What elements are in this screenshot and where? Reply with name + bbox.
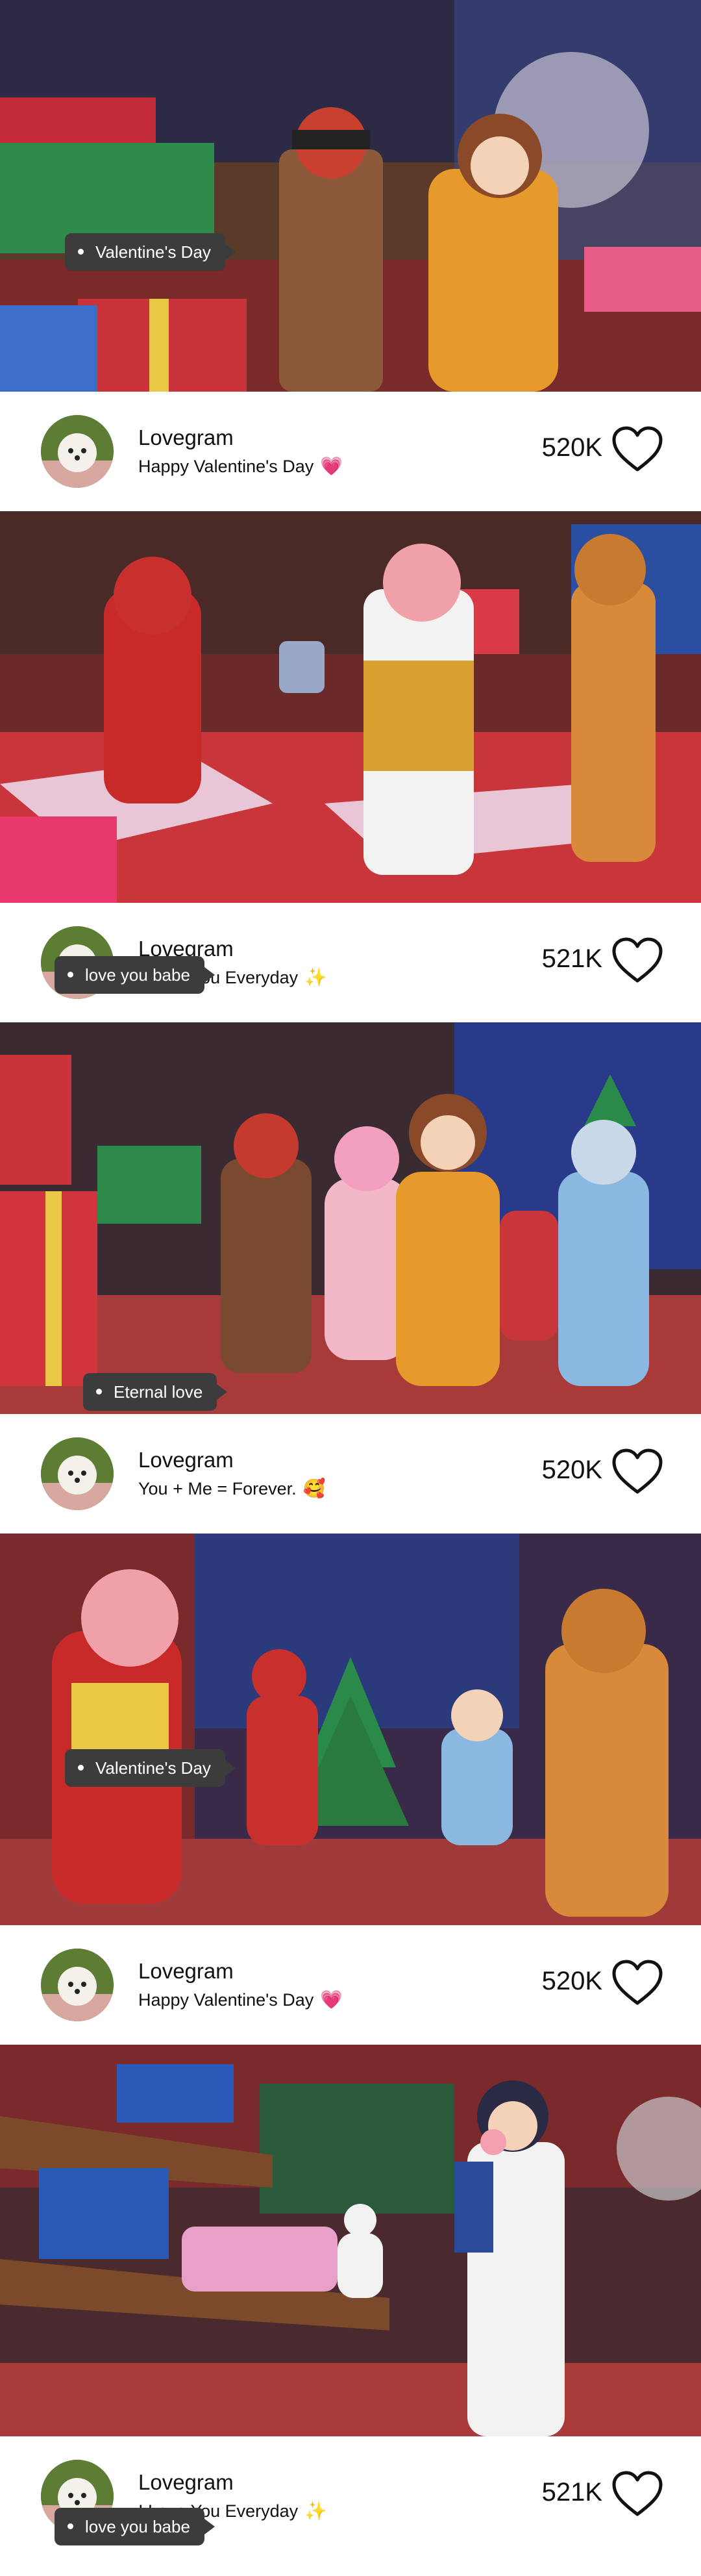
post: Lovegram I Love You Everyday ✨ 521K love … [0,2045,701,2576]
photo-tag[interactable]: Valentine's Day [65,233,236,271]
caption-emoji: 💗 [320,1989,343,2010]
photo-tag[interactable]: love you babe [55,956,215,994]
username[interactable]: Lovegram [138,1959,234,1984]
tag-text: Eternal love [114,1382,203,1402]
heart-outline-icon[interactable] [611,937,663,983]
username[interactable]: Lovegram [138,425,234,450]
feed: Valentine's Day Lovegram Happy Valentine… [0,0,701,2576]
photo-tag[interactable]: love you babe [55,2508,215,2545]
like-count: 520K [541,1967,602,1995]
post-photo[interactable]: Valentine's Day [0,1534,701,1925]
heart-outline-icon[interactable] [611,2470,663,2517]
post-info-bar: Lovegram You + Me = Forever. 🥰 520K [0,1414,701,1534]
username[interactable]: Lovegram [138,2470,234,2495]
caption-emoji: ✨ [304,2501,328,2521]
tag-dot-icon [78,1764,84,1771]
photo-tag[interactable]: Eternal love [83,1373,228,1411]
post-info-bar: Lovegram Happy Valentine's Day 💗 520K [0,1925,701,2045]
avatar[interactable] [41,415,114,488]
caption-text: You + Me = Forever. [138,1479,297,1498]
post-photo[interactable] [0,511,701,903]
tag-text: love you babe [85,965,190,985]
post: Lovegram I Love You Everyday ✨ 521K love … [0,511,701,1022]
post: Valentine's Day Lovegram Happy Valentine… [0,0,701,511]
like-count: 520K [541,433,602,462]
post-photo[interactable]: Eternal love [0,1022,701,1414]
caption-emoji: 💗 [320,456,343,476]
caption-emoji: 🥰 [302,1478,326,1498]
like-count: 520K [541,1456,602,1484]
avatar[interactable] [41,1949,114,2021]
tag-dot-icon [78,248,84,255]
post-photo[interactable] [0,2045,701,2436]
tag-text: love you babe [85,2517,190,2536]
avatar[interactable] [41,1437,114,1510]
caption: Happy Valentine's Day 💗 [138,455,343,477]
username[interactable]: Lovegram [138,1448,234,1472]
tag-dot-icon [96,1388,102,1395]
post-info-bar: Lovegram I Love You Everyday ✨ 521K love … [0,2436,701,2556]
post: Valentine's Day Lovegram Happy Valentine… [0,1534,701,2045]
post-info-bar: Lovegram Happy Valentine's Day 💗 520K [0,392,701,511]
caption: You + Me = Forever. 🥰 [138,1478,326,1499]
heart-outline-icon[interactable] [611,1448,663,1495]
post-info-bar: Lovegram I Love You Everyday ✨ 521K love … [0,903,701,1022]
caption-text: Happy Valentine's Day [138,457,314,476]
post-photo[interactable]: Valentine's Day [0,0,701,392]
caption-emoji: ✨ [304,967,328,987]
caption: Happy Valentine's Day 💗 [138,1989,343,2010]
caption-text: Happy Valentine's Day [138,1990,314,2010]
tag-text: Valentine's Day [95,242,211,262]
tag-dot-icon [68,971,73,978]
tag-text: Valentine's Day [95,1758,211,1778]
heart-outline-icon[interactable] [611,425,663,472]
heart-outline-icon[interactable] [611,1959,663,2006]
like-count: 521K [541,944,602,973]
tag-dot-icon [68,2523,73,2529]
like-count: 521K [541,2478,602,2507]
post: Eternal love Lovegram You + Me = Forever… [0,1022,701,1534]
photo-tag[interactable]: Valentine's Day [65,1749,236,1787]
